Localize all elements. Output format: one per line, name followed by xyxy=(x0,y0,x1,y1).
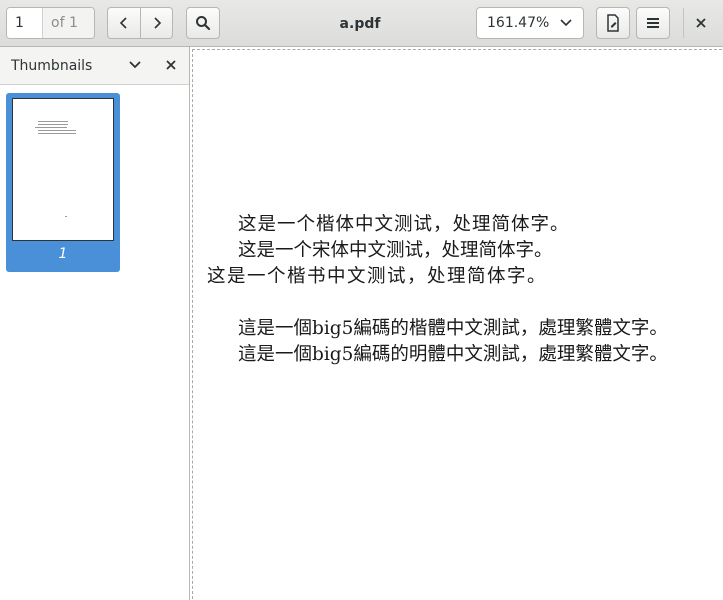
annotations-button[interactable] xyxy=(596,7,630,39)
search-icon xyxy=(196,16,211,31)
sidebar: Thumbnails 1 xyxy=(0,47,190,600)
document-line: 这是一个宋体中文测试，处理简体字。 xyxy=(238,240,553,261)
chevron-down-icon[interactable] xyxy=(128,59,142,71)
close-window-button[interactable] xyxy=(686,7,716,39)
page-total-label: of 1 xyxy=(43,8,94,38)
zoom-selector[interactable]: 161.47% xyxy=(476,7,584,39)
page-number-entry[interactable]: 1 of 1 xyxy=(6,7,95,39)
window-title: a.pdf xyxy=(339,15,381,32)
sidebar-header: Thumbnails xyxy=(0,47,189,85)
document-edit-icon xyxy=(607,14,619,32)
pdf-page: 这是一个楷体中文测试，处理简体字。 这是一个宋体中文测试，处理简体字。 这是一个… xyxy=(192,49,723,600)
thumbnail-item[interactable]: 1 xyxy=(6,93,120,272)
search-button[interactable] xyxy=(186,7,220,39)
thumbnail-page-number: 1 xyxy=(58,246,68,262)
close-sidebar-icon[interactable] xyxy=(165,59,177,71)
next-page-button[interactable] xyxy=(140,8,172,38)
page-current-input[interactable]: 1 xyxy=(7,8,43,38)
document-line: 這是一個big5編碼的明體中文測試，處理繁體文字。 xyxy=(238,344,668,365)
chevron-down-icon xyxy=(560,19,572,27)
header-separator xyxy=(683,8,684,38)
page-navigation xyxy=(107,7,173,39)
document-line: 這是一個big5編碼的楷體中文測試，處理繁體文字。 xyxy=(238,318,668,339)
document-view[interactable]: 这是一个楷体中文测试，处理简体字。 这是一个宋体中文测试，处理简体字。 这是一个… xyxy=(191,47,723,600)
chevron-left-icon xyxy=(119,17,127,29)
header-bar: 1 of 1 a.pdf 161.47% xyxy=(0,0,723,47)
hamburger-menu-icon xyxy=(647,18,659,28)
zoom-level: 161.47% xyxy=(487,15,550,31)
menu-button[interactable] xyxy=(636,7,670,39)
sidebar-title[interactable]: Thumbnails xyxy=(11,58,92,74)
previous-page-button[interactable] xyxy=(108,8,140,38)
thumbnail-page-preview xyxy=(12,98,114,241)
document-line: 这是一个楷书中文测试，处理简体字。 xyxy=(207,266,548,287)
document-line: 这是一个楷体中文测试，处理简体字。 xyxy=(238,214,570,235)
chevron-right-icon xyxy=(153,17,161,29)
close-icon xyxy=(696,18,706,28)
